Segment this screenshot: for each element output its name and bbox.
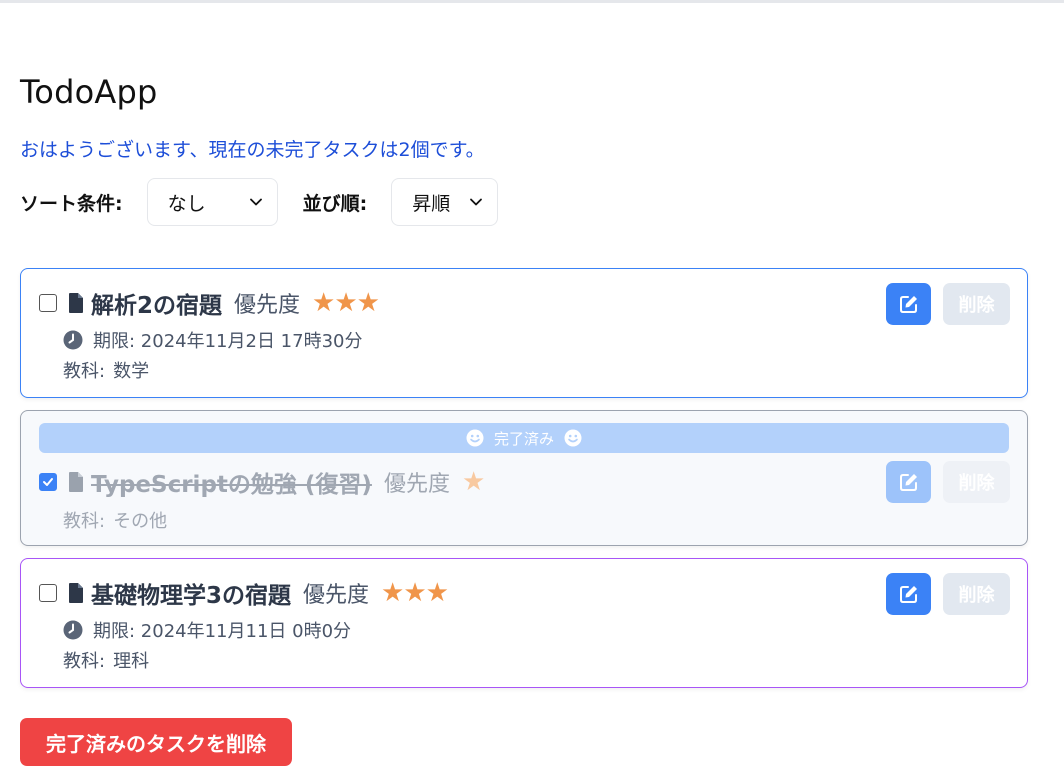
- priority-stars: ★: [461, 467, 485, 497]
- order-select-value: 昇順: [412, 192, 451, 215]
- chevron-down-icon: [249, 198, 262, 206]
- task-checkbox[interactable]: [39, 584, 57, 602]
- clock-icon: [63, 620, 83, 640]
- task-checkbox-checked[interactable]: [39, 473, 57, 491]
- page-title: TodoApp: [20, 73, 158, 111]
- order-select[interactable]: 昇順: [391, 178, 499, 226]
- subject-label: 教科:: [63, 651, 106, 672]
- task-card: 基礎物理学3の宿題 優先度 ★★★ 期限: 2024年11月11日 0時0分 教…: [20, 558, 1028, 688]
- priority-label: 優先度: [383, 472, 450, 497]
- task-subject: 教科: 理科: [63, 647, 149, 673]
- clock-icon: [63, 330, 83, 350]
- edit-button[interactable]: [886, 573, 931, 615]
- completed-banner: 完了済み: [39, 423, 1009, 453]
- smile-icon: [466, 429, 484, 447]
- todo-app: TodoApp おはようございます、現在の未完了タスクは2個です。 ソート条件:…: [20, 70, 1028, 766]
- task-due: 期限: 2024年11月2日 17時30分: [63, 327, 362, 353]
- sort-controls: ソート条件: なし 並び順: 昇順: [20, 178, 1028, 226]
- task-subject: 教科: その他: [63, 507, 167, 533]
- pencil-icon: [899, 296, 917, 313]
- task-due: 期限: 2024年11月11日 0時0分: [63, 617, 351, 643]
- pencil-icon: [899, 474, 917, 491]
- task-title: 基礎物理学3の宿題: [91, 583, 292, 609]
- order-label: 並び順:: [302, 192, 368, 215]
- document-icon: [69, 583, 83, 603]
- smile-icon: [564, 429, 582, 447]
- task-subject: 教科: 数学: [63, 357, 149, 383]
- task-card: 解析2の宿題 優先度 ★★★ 期限: 2024年11月2日 17時30分 教科:…: [20, 268, 1028, 398]
- task-card-completed: 完了済み TypeScriptの勉強 (復習) 優先度 ★ 教科: その他 削除: [20, 410, 1028, 546]
- delete-button[interactable]: 削除: [943, 283, 1010, 325]
- delete-button[interactable]: 削除: [943, 461, 1010, 503]
- edit-button[interactable]: [886, 283, 931, 325]
- greeting-message: おはようございます、現在の未完了タスクは2個です。: [20, 139, 485, 161]
- task-header: 基礎物理学3の宿題 優先度 ★★★: [39, 576, 449, 610]
- pencil-icon: [899, 586, 917, 603]
- sort-select-value: なし: [167, 192, 206, 215]
- chevron-down-icon: [470, 198, 483, 206]
- priority-label: 優先度: [303, 583, 370, 608]
- check-icon: [43, 478, 53, 486]
- task-title: TypeScriptの勉強 (復習): [91, 472, 372, 498]
- completed-banner-text: 完了済み: [493, 429, 554, 448]
- subject-label: 教科:: [63, 361, 106, 382]
- subject-value: その他: [113, 511, 168, 532]
- task-due-text: 期限: 2024年11月11日 0時0分: [93, 621, 352, 642]
- priority-stars: ★★★: [381, 578, 449, 608]
- sort-label: ソート条件:: [20, 192, 123, 215]
- task-title: 解析2の宿題: [91, 293, 223, 319]
- task-header: 解析2の宿題 優先度 ★★★: [39, 286, 380, 320]
- priority-stars: ★★★: [312, 288, 380, 318]
- task-due-text: 期限: 2024年11月2日 17時30分: [93, 331, 363, 352]
- priority-label: 優先度: [234, 293, 301, 318]
- delete-button[interactable]: 削除: [943, 573, 1010, 615]
- subject-value: 理科: [113, 651, 150, 672]
- subject-value: 数学: [113, 361, 150, 382]
- task-header: TypeScriptの勉強 (復習) 優先度 ★: [39, 465, 485, 499]
- top-border: [0, 0, 1064, 3]
- task-checkbox[interactable]: [39, 294, 57, 312]
- edit-button[interactable]: [886, 461, 931, 503]
- clear-completed-button[interactable]: 完了済みのタスクを削除: [20, 718, 292, 766]
- subject-label: 教科:: [63, 511, 106, 532]
- sort-select[interactable]: なし: [146, 178, 278, 226]
- document-icon: [69, 293, 83, 313]
- document-icon: [69, 472, 83, 492]
